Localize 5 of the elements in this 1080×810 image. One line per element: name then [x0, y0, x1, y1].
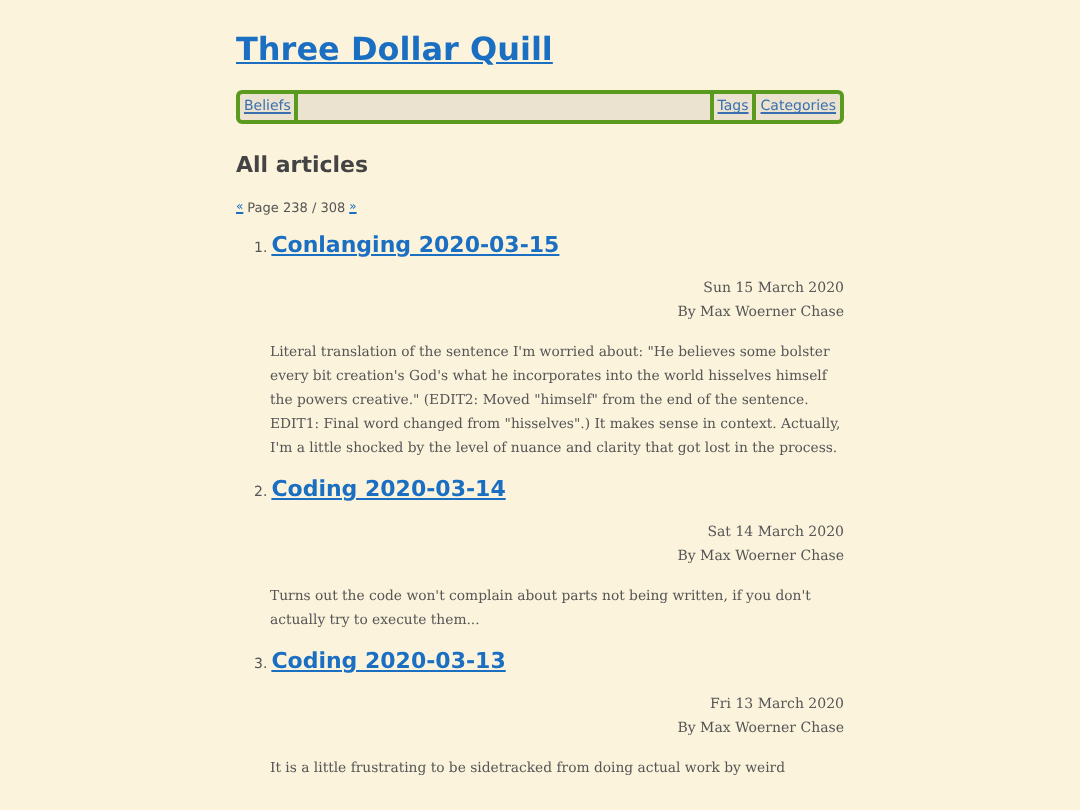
article-title-link[interactable]: Conlanging 2020-03-15 [271, 232, 560, 258]
site-title[interactable]: Three Dollar Quill [236, 28, 553, 72]
article-title-link[interactable]: Coding 2020-03-14 [271, 476, 506, 502]
page-heading: All articles [236, 150, 369, 182]
article-title-link[interactable]: Coding 2020-03-13 [271, 648, 506, 674]
